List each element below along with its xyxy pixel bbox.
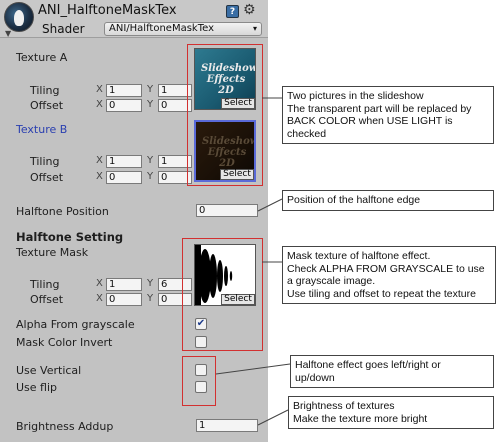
callout-line: Two pictures in the slideshow [287,90,424,102]
texture-mask-label: Texture Mask [16,246,89,259]
mask-tiling-x-field[interactable]: 1 [106,278,142,291]
shader-dropdown[interactable]: ANI/HalftoneMaskTex ▾ [104,22,262,36]
mask-offset-label: Offset [30,293,64,306]
material-inspector-panel: ANI_HalftoneMaskTex ? ⚙ ▼ Shader ANI/Hal… [0,0,268,442]
alpha-from-grayscale-checkbox[interactable]: ✔ [195,318,207,330]
checkmark-icon: ✔ [196,318,206,329]
callout-line: Use tiling and offset to repeat the text… [287,287,476,300]
callout-brightness: Brightness of textures Make the texture … [288,396,494,429]
callout-mask-texture: Mask texture of halftone effect. Check A… [282,246,496,304]
mask-offset-y-axis: Y [147,293,154,304]
texture-b-thumbnail[interactable]: Slideshow Effects 2D Select [194,120,256,182]
texture-b-offset-label: Offset [30,171,64,184]
texture-a-offset-y-axis: Y [147,99,154,110]
texture-b-tiling-y-axis: Y [147,155,154,166]
texture-a-thumbnail[interactable]: Slideshow Effects 2D Select [194,48,256,110]
mask-offset-x-axis: X [96,293,103,304]
inspector-header: ANI_HalftoneMaskTex ? ⚙ ▼ Shader ANI/Hal… [0,0,268,38]
material-sphere-icon [4,2,34,32]
texture-b-label: Texture B [16,123,68,136]
texture-a-label: Texture A [16,51,68,64]
texture-b-tiling-x-field[interactable]: 1 [106,155,142,168]
mask-color-invert-label: Mask Color Invert [16,336,113,349]
texture-a-tiling-x-axis: X [96,84,103,95]
mask-tiling-x-axis: X [96,278,103,289]
texture-b-offset-x-field[interactable]: 0 [106,171,142,184]
texture-mask-select-button[interactable]: Select [221,294,255,305]
texture-a-offset-label: Offset [30,99,64,112]
texture-a-tiling-y-axis: Y [147,84,154,95]
texture-a-tiling-label: Tiling [30,84,60,97]
texture-a-offset-x-field[interactable]: 0 [106,99,142,112]
callout-line: Position of the halftone edge [287,194,421,206]
mask-tiling-y-axis: Y [147,278,154,289]
mask-tiling-label: Tiling [30,278,60,291]
halftone-setting-heading: Halftone Setting [16,230,124,244]
callout-slideshow-textures: Two pictures in the slideshow The transp… [282,86,494,144]
shader-dropdown-value: ANI/HalftoneMaskTex [109,23,214,34]
foldout-arrow-icon[interactable]: ▼ [5,29,11,38]
callout-line: a grayscale image. [287,275,376,287]
texture-b-offset-y-field[interactable]: 0 [158,171,192,184]
callout-line: BACK COLOR when USE LIGHT is [287,115,453,127]
mask-color-invert-checkbox[interactable] [195,336,207,348]
texture-b-tiling-label: Tiling [30,155,60,168]
texture-b-tiling-y-field[interactable]: 1 [158,155,192,168]
callout-line: Check ALPHA FROM GRAYSCALE to use [287,262,485,275]
texture-b-select-button[interactable]: Select [220,169,254,180]
mask-tiling-y-field[interactable]: 6 [158,278,192,291]
shader-label: Shader [42,22,85,36]
brightness-addup-label: Brightness Addup [16,420,114,433]
callout-line: checked [287,127,327,140]
mask-offset-y-field[interactable]: 0 [158,293,192,306]
texture-mask-thumbnail[interactable]: Select [194,244,256,306]
callout-line: Mask texture of halftone effect. [287,250,431,262]
use-flip-label: Use flip [16,381,58,394]
texture-b-thumbnail-logo: Slideshow Effects 2D [202,136,256,169]
material-title: ANI_HalftoneMaskTex [38,3,177,18]
texture-a-select-button[interactable]: Select [221,98,255,109]
brightness-addup-field[interactable]: 1 [196,419,258,432]
texture-a-tiling-x-field[interactable]: 1 [106,84,142,97]
halftone-position-label: Halftone Position [16,205,109,218]
texture-a-offset-x-axis: X [96,99,103,110]
alpha-from-grayscale-label: Alpha From grayscale [16,318,135,331]
texture-b-offset-y-axis: Y [147,171,154,182]
help-icon[interactable]: ? [226,5,239,18]
gear-icon[interactable]: ⚙ [243,2,256,18]
use-flip-checkbox[interactable] [195,381,207,393]
texture-b-offset-x-axis: X [96,171,103,182]
callout-line: up/down [295,371,335,384]
callout-line: Halftone effect goes left/right or [295,359,441,371]
callout-direction: Halftone effect goes left/right or up/do… [290,355,494,388]
halftone-position-field[interactable]: 0 [196,204,258,217]
callout-line: The transparent part will be replaced by [287,102,472,115]
callout-line: Make the texture more bright [293,412,428,425]
callout-halftone-edge: Position of the halftone edge [282,190,494,211]
callout-line: Brightness of textures [293,400,395,412]
use-vertical-checkbox[interactable] [195,364,207,376]
texture-a-thumbnail-logo: Slideshow Effects 2D [201,63,256,96]
texture-a-offset-y-field[interactable]: 0 [158,99,192,112]
chevron-down-icon: ▾ [252,24,257,33]
texture-a-tiling-y-field[interactable]: 1 [158,84,192,97]
use-vertical-label: Use Vertical [16,364,82,377]
texture-b-tiling-x-axis: X [96,155,103,166]
mask-offset-x-field[interactable]: 0 [106,293,142,306]
